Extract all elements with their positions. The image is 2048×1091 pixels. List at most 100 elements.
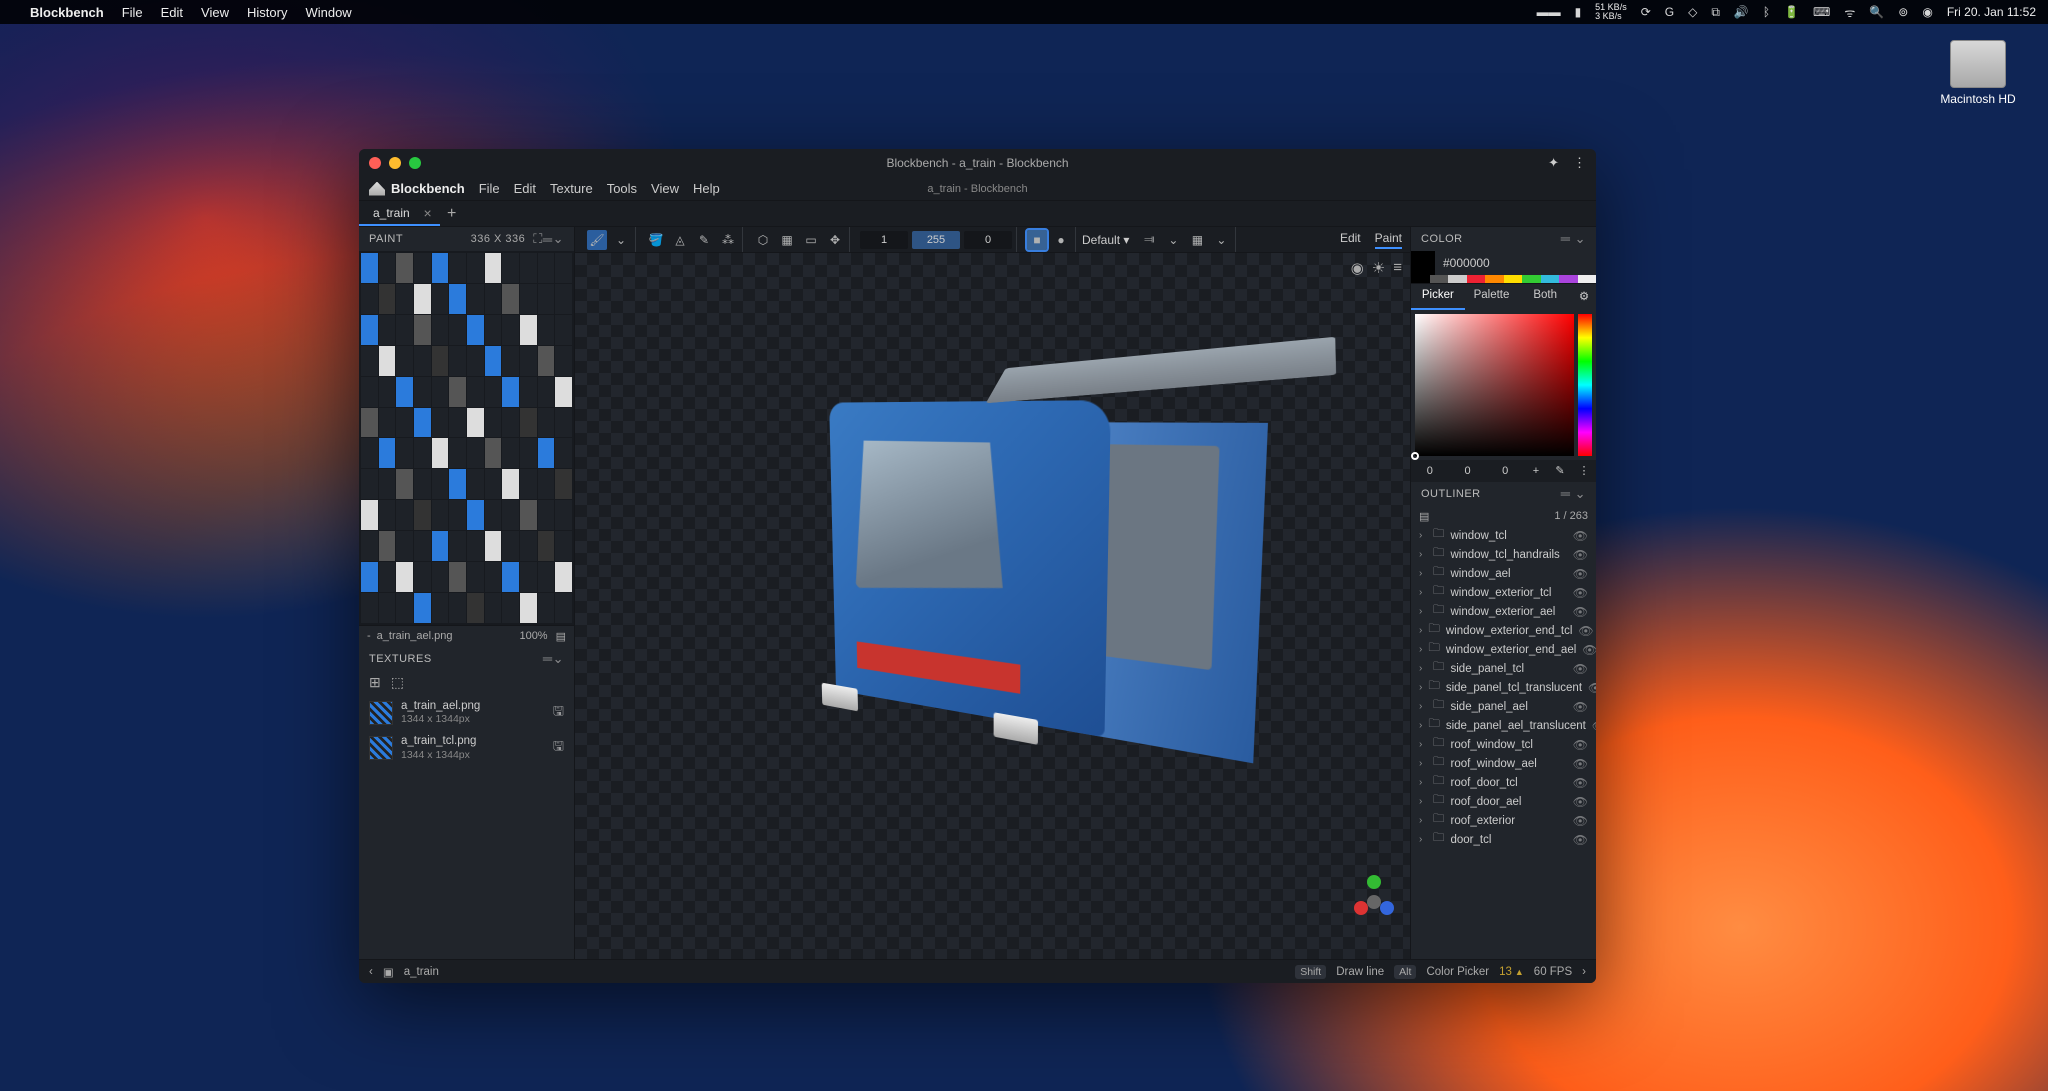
macos-app-name[interactable]: Blockbench (30, 5, 104, 20)
textures-options-icon[interactable]: ═ (543, 651, 553, 666)
visibility-toggle-icon[interactable]: 👁 (1573, 795, 1588, 809)
blockbench-logo[interactable]: Blockbench (369, 181, 465, 196)
hex-input[interactable]: #000000 (1435, 256, 1596, 270)
chevron-right-icon[interactable]: › (1419, 663, 1427, 674)
wifi-icon[interactable]: ᯤ (1844, 4, 1855, 21)
visibility-toggle-icon[interactable]: 👁 (1573, 548, 1588, 562)
app-menu-file[interactable]: File (479, 181, 500, 196)
chevron-right-icon[interactable]: › (1419, 815, 1427, 826)
chevron-right-icon[interactable]: › (1419, 625, 1422, 636)
color-options-icon[interactable]: ═ ⌄ (1561, 231, 1586, 247)
status-nav-forward-icon[interactable]: › (1582, 966, 1586, 978)
outliner-item[interactable]: ›🗀side_panel_ael👁 (1411, 697, 1596, 716)
uv-editor[interactable] (359, 251, 574, 625)
visibility-toggle-icon[interactable]: 👁 (1582, 643, 1596, 657)
visibility-toggle-icon[interactable]: 👁 (1588, 681, 1596, 695)
move-tool-icon[interactable]: ✥ (825, 230, 845, 250)
outliner-item[interactable]: ›🗀window_tcl👁 (1411, 526, 1596, 545)
tab-a-train[interactable]: a_train × (359, 201, 440, 226)
color-swatch[interactable] (1411, 251, 1435, 275)
macos-menu-file[interactable]: File (122, 5, 143, 20)
picker-settings-icon[interactable]: ⚙ (1572, 284, 1596, 310)
menu-icon-google[interactable]: G (1665, 5, 1674, 19)
view-menu-icon[interactable]: ≡ (1393, 259, 1402, 277)
visibility-toggle-icon[interactable]: 👁 (1573, 700, 1588, 714)
picker-tab-picker[interactable]: Picker (1411, 284, 1465, 310)
visibility-toggle-icon[interactable]: 👁 (1573, 776, 1588, 790)
rgb-g-input[interactable]: 0 (1449, 460, 1487, 482)
3d-viewport[interactable]: ◉ ☀ ≡ (575, 253, 1410, 959)
shading-dropdown[interactable]: Default ▾ (1082, 233, 1129, 247)
brush-size-input[interactable]: 1 (860, 231, 908, 249)
chevron-right-icon[interactable]: › (1419, 720, 1422, 731)
warning-count[interactable]: 13 (1499, 966, 1512, 978)
outliner-options-icon[interactable]: ═ ⌄ (1561, 486, 1586, 502)
uv-layers-icon[interactable]: ▤ (556, 630, 566, 643)
eyedropper-tool-icon[interactable]: ⁂ (718, 230, 738, 250)
textures-chevron-icon[interactable]: ⌄ (553, 651, 564, 667)
chevron-right-icon[interactable]: › (1419, 834, 1427, 845)
siri-icon[interactable]: ◉ (1922, 5, 1932, 19)
view-focus-icon[interactable]: ◉ (1351, 259, 1364, 277)
desktop-macintosh-hd[interactable]: Macintosh HD (1938, 40, 2018, 106)
app-menu-tools[interactable]: Tools (607, 181, 637, 196)
hue-slider[interactable] (1578, 314, 1592, 456)
cpu-indicator-icon[interactable]: ▮ (1575, 5, 1582, 19)
chevron-right-icon[interactable]: › (1419, 568, 1427, 579)
picker-tab-both[interactable]: Both (1518, 284, 1572, 310)
window-titlebar[interactable]: Blockbench - a_train - Blockbench ✦ ⋮ (359, 149, 1596, 177)
camera-icon[interactable]: ▦ (1187, 230, 1207, 250)
chevron-right-icon[interactable]: › (1419, 644, 1422, 655)
split-view-icon[interactable]: ⫥ (1139, 230, 1159, 250)
picker-tab-palette[interactable]: Palette (1465, 284, 1519, 310)
texture-import-icon[interactable]: ⬚ (391, 674, 404, 691)
texture-item[interactable]: a_train_tcl.png1344 x 1344px 🖫 (359, 730, 574, 766)
macos-menu-edit[interactable]: Edit (161, 5, 183, 20)
chevron-right-icon[interactable]: › (1419, 701, 1427, 712)
outliner-item[interactable]: ›🗀roof_exterior👁 (1411, 811, 1596, 830)
view-dropdown-icon[interactable]: ⌄ (1163, 230, 1183, 250)
fill-tool-icon[interactable]: 🪣 (646, 230, 666, 250)
select-tool-icon[interactable]: ▭ (801, 230, 821, 250)
mode-tab-edit[interactable]: Edit (1340, 231, 1361, 249)
keyboard-layout-icon[interactable]: ⌨ (1813, 5, 1830, 19)
chevron-right-icon[interactable]: › (1419, 587, 1427, 598)
square-brush-icon[interactable]: ■ (1027, 230, 1047, 250)
uv-options-icon[interactable]: ═ (543, 232, 553, 247)
visibility-toggle-icon[interactable]: 👁 (1573, 757, 1588, 771)
chevron-right-icon[interactable]: › (1419, 796, 1427, 807)
battery-icon[interactable]: 🔋 (1784, 5, 1799, 19)
menu-icon-1[interactable]: ⟳ (1641, 5, 1651, 19)
bluetooth-icon[interactable]: ᛒ (1763, 5, 1770, 19)
chevron-right-icon[interactable]: › (1419, 549, 1427, 560)
outliner-item[interactable]: ›🗀door_tcl👁 (1411, 830, 1596, 849)
visibility-toggle-icon[interactable]: 👁 (1573, 833, 1588, 847)
picker-tool-icon[interactable]: ✎ (694, 230, 714, 250)
outliner-item[interactable]: ›🗀side_panel_tcl_translucent👁 (1411, 678, 1596, 697)
app-menu-help[interactable]: Help (693, 181, 720, 196)
outliner-item[interactable]: ›🗀window_exterior_end_tcl👁 (1411, 621, 1596, 640)
palette-swatches[interactable] (1411, 275, 1596, 283)
brush-opacity-input[interactable]: 255 (912, 231, 960, 249)
visibility-toggle-icon[interactable]: 👁 (1573, 529, 1588, 543)
chevron-right-icon[interactable]: › (1419, 682, 1422, 693)
brush-dropdown-icon[interactable]: ⌄ (611, 230, 631, 250)
app-menu-edit[interactable]: Edit (514, 181, 536, 196)
rgb-r-input[interactable]: 0 (1411, 460, 1449, 482)
view-light-icon[interactable]: ☀ (1372, 259, 1385, 277)
texture-save-icon[interactable]: 🖫 (553, 702, 564, 724)
brush-softness-input[interactable]: 0 (964, 231, 1012, 249)
visibility-toggle-icon[interactable]: 👁 (1573, 586, 1588, 600)
visibility-toggle-icon[interactable]: 👁 (1573, 662, 1588, 676)
shape-tool-icon[interactable]: ⬡ (753, 230, 773, 250)
eraser-tool-icon[interactable]: ◬ (670, 230, 690, 250)
saturation-value-picker[interactable] (1415, 314, 1574, 456)
outliner-add-icon[interactable]: ▤ (1419, 510, 1429, 523)
visibility-toggle-icon[interactable]: 👁 (1573, 738, 1588, 752)
visibility-toggle-icon[interactable]: 👁 (1573, 605, 1588, 619)
camera-dropdown-icon[interactable]: ⌄ (1211, 230, 1231, 250)
visibility-toggle-icon[interactable]: 👁 (1573, 567, 1588, 581)
color-eyedrop-icon[interactable]: ✎ (1548, 460, 1572, 482)
add-color-icon[interactable]: + (1524, 460, 1548, 482)
texture-item[interactable]: a_train_ael.png1344 x 1344px 🖫 (359, 695, 574, 731)
